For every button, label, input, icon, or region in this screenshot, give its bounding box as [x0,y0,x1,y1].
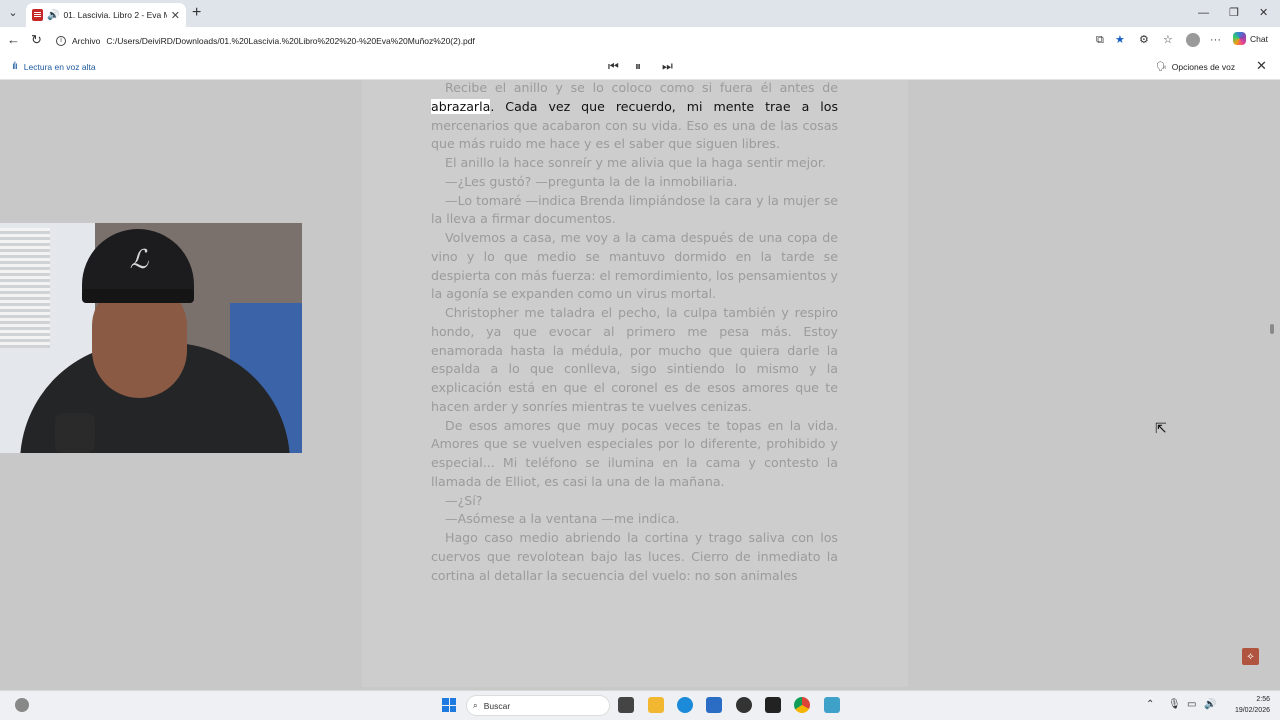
task-view-icon[interactable] [618,697,634,713]
address-url[interactable]: C:/Users/DeiviRD/Downloads/01.%20Lascivi… [106,36,475,46]
voice-options-button[interactable]: 🗣 Opciones de voz [1156,61,1235,72]
clock-date: 19/02/2026 [1234,707,1270,714]
extensions-icon[interactable]: ⚙ [1139,33,1149,47]
paragraph: —Lo tomaré —indica Brenda limpiándose la… [431,192,838,227]
search-icon: ⌕ [473,700,478,710]
store-icon[interactable] [706,697,722,713]
webcam-cap-brim [82,289,194,303]
edge-icon[interactable] [677,697,693,713]
navigation-bar: ← ↻ i Archivo C:/Users/DeiviRD/Downloads… [0,27,1280,54]
webcam-microphone [55,413,95,453]
tab-active[interactable]: 🔊 01. Lascivia. Libro 2 - Eva Muñ ✕ [26,3,186,27]
paragraph: De esos amores que muy pocas veces te to… [431,417,838,489]
paragraph: —¿Sí? [445,492,483,508]
scrollbar-thumb[interactable] [1270,324,1274,334]
webcam-overlay: ℒ [0,223,302,453]
start-button[interactable] [442,698,456,712]
back-button[interactable]: ← [7,32,20,48]
webcam-cap-logo: ℒ [129,245,149,275]
taskbar: ⌕ Buscar ⌃ 🎙 ▭ 🔊 2:56 19/02/2026 [0,690,1280,720]
page-text: Recibe el anillo y se lo coloco como si … [431,80,838,585]
read-aloud-bar: ılı Lectura en voz alta ⏮ ⏸ ⏭ 🗣 Opciones… [0,54,1280,80]
paragraph: Christopher me taladra el pecho, la culp… [431,305,838,414]
volume-icon[interactable]: 🔊 [1204,699,1216,711]
paragraph-text: mercenarios que acabaron con su vida. Es… [431,117,838,152]
pdf-icon [32,9,43,21]
translate-icon[interactable]: ⧉ [1096,33,1104,47]
browser-window: ⌄ 🔊 01. Lascivia. Libro 2 - Eva Muñ ✕ + … [0,0,1280,720]
speaker-icon[interactable]: 🔊 [47,10,59,21]
app-icon[interactable] [824,697,840,713]
search-placeholder: Buscar [483,700,511,711]
tab-close-icon[interactable]: ✕ [171,9,180,22]
address-bar[interactable]: i Archivo C:/Users/DeiviRD/Downloads/01.… [52,30,1092,51]
file-explorer-icon[interactable] [648,697,664,713]
next-paragraph-button[interactable]: ⏭ [662,59,673,73]
chrome-icon[interactable] [794,697,810,713]
paragraph: —Asómese a la ventana —me indica. [445,511,680,527]
paragraph: Volvemos a casa, me voy a la cama despué… [431,230,838,302]
profile-avatar[interactable] [1186,33,1200,47]
paragraph: Hago caso medio abriendo la cortina y tr… [431,530,838,583]
reload-button[interactable]: ↻ [31,32,42,48]
voice-icon: 🗣 [1156,61,1167,71]
audio-wave-icon: ılı [12,61,18,72]
tab-actions-chevron-icon[interactable]: ⌄ [4,4,22,22]
voice-options-label: Opciones de voz [1171,61,1236,72]
paragraph: El anillo la hace sonreír y me alivia qu… [445,155,826,170]
paragraph: —¿Les gustó? —pregunta la de la inmobili… [445,173,738,189]
taskbar-search[interactable]: ⌕ Buscar [466,695,610,716]
close-read-aloud-button[interactable]: ✕ [1256,59,1267,73]
paragraph: Recibe el anillo y se lo coloco como si … [431,80,838,154]
network-icon[interactable]: ▭ [1187,699,1196,711]
paragraph-text: Recibe el anillo y se lo coloco como si … [445,80,838,95]
info-icon[interactable]: i [56,35,66,46]
pdf-page: Recibe el anillo y se lo coloco como si … [362,80,908,687]
clock-time: 2:56 [1256,696,1270,703]
read-aloud-label: Lectura en voz alta [23,61,96,72]
current-sentence: . Cada vez que recuerdo, mi mente trae a… [490,98,838,114]
capcut-icon[interactable] [765,697,781,713]
obs-icon[interactable] [736,697,752,713]
copilot-label: Chat [1250,33,1268,44]
webcam-air-conditioner [0,228,50,348]
new-tab-button[interactable]: + [192,4,201,22]
tab-strip: ⌄ 🔊 01. Lascivia. Libro 2 - Eva Muñ ✕ + … [0,0,1280,27]
close-window-button[interactable]: ✕ [1259,4,1268,22]
widgets-icon[interactable] [15,698,29,712]
pause-button[interactable]: ⏸ [635,59,641,73]
mouse-cursor-icon: ⇱ [1155,420,1167,436]
previous-paragraph-button[interactable]: ⏮ [608,59,619,73]
restore-button[interactable]: ❐ [1229,4,1239,22]
minimize-button[interactable]: — [1198,4,1209,22]
read-aloud-indicator: ılı Lectura en voz alta [12,61,96,72]
address-scheme-label: Archivo [72,35,101,46]
more-menu-icon[interactable]: ··· [1210,33,1221,47]
acrobat-icon[interactable]: ⟡ [1242,648,1259,665]
tray-overflow-icon[interactable]: ⌃ [1146,699,1154,711]
system-clock[interactable]: 2:56 19/02/2026 [1226,694,1270,716]
copilot-chat-button[interactable]: Chat [1233,32,1268,45]
favorite-star-icon[interactable]: ★ [1115,33,1125,47]
microphone-icon[interactable]: 🎙 [1168,699,1181,711]
favorites-icon[interactable]: ☆ [1163,33,1173,47]
tab-title: 01. Lascivia. Libro 2 - Eva Muñ [63,10,166,20]
highlighted-word: abrazarla [431,98,491,114]
copilot-icon [1233,32,1246,45]
